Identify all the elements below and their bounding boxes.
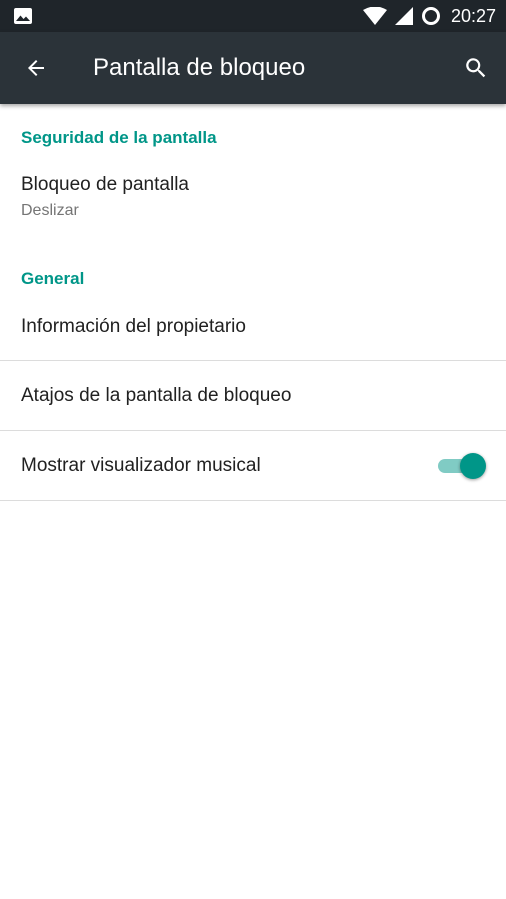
pref-screen-lock-summary: Deslizar — [21, 202, 79, 219]
arrow-back-icon — [28, 60, 44, 76]
switch-thumb — [460, 453, 486, 479]
section-header-security: Seguridad de la pantalla — [21, 128, 217, 147]
divider — [0, 500, 506, 501]
status-bar: 20:27 — [0, 0, 506, 32]
pref-owner-info-title: Información del propietario — [21, 316, 246, 337]
pref-music-visualizer[interactable]: Mostrar visualizador musical — [0, 431, 506, 500]
section-header-general: General — [21, 269, 85, 288]
pref-lockscreen-shortcuts[interactable]: Atajos de la pantalla de bloqueo — [0, 361, 506, 430]
wifi-icon — [362, 7, 387, 25]
toolbar: Pantalla de bloqueo — [0, 32, 506, 104]
battery-circle-icon — [421, 7, 440, 25]
pref-owner-info[interactable]: Información del propietario — [0, 292, 506, 360]
pref-screen-lock-title: Bloqueo de pantalla — [21, 174, 189, 195]
pref-lockscreen-shortcuts-title: Atajos de la pantalla de bloqueo — [21, 385, 292, 406]
back-button[interactable] — [14, 46, 58, 90]
image-notification-icon — [14, 8, 32, 24]
search-button[interactable] — [454, 46, 498, 90]
search-icon — [466, 58, 486, 78]
pref-screen-lock[interactable]: Bloqueo de pantalla Deslizar — [0, 160, 506, 240]
pref-music-visualizer-title: Mostrar visualizador musical — [21, 455, 261, 476]
status-time: 20:27 — [450, 5, 496, 26]
music-visualizer-switch[interactable] — [438, 453, 486, 479]
cell-signal-icon — [394, 7, 413, 25]
page-title: Pantalla de bloqueo — [93, 54, 306, 81]
